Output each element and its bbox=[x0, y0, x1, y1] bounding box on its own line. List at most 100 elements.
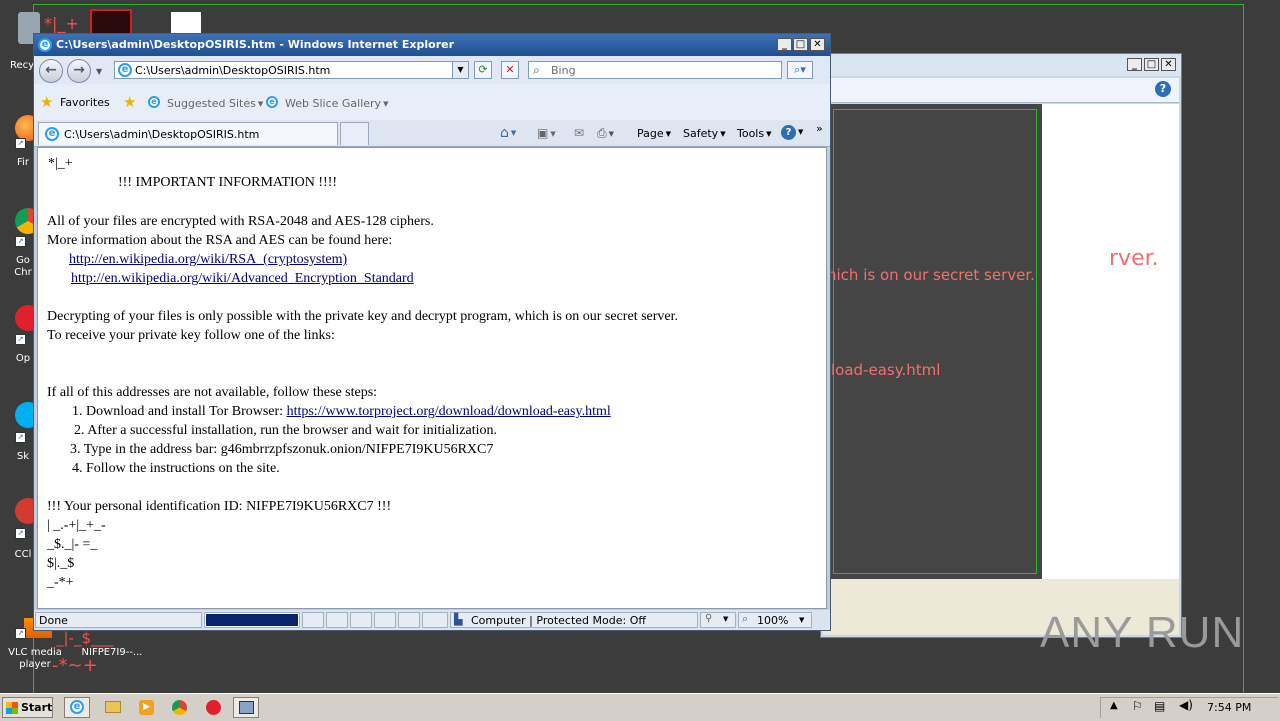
action-center-flag-icon[interactable]: ⚐ bbox=[1132, 699, 1143, 713]
favorites-bar: ★ Favorites ★ e Suggested Sites ▼ e Web S… bbox=[34, 84, 830, 120]
protected-mode-button[interactable]: ⚲ ▼ bbox=[700, 612, 736, 628]
back-button[interactable]: ← bbox=[39, 59, 63, 83]
tab-active[interactable]: e C:\Users\admin\DesktopOSIRIS.htm bbox=[38, 122, 338, 145]
safety-menu[interactable]: Safety ▼ bbox=[683, 127, 726, 140]
minimize-button[interactable]: _ bbox=[777, 38, 792, 51]
status-text: Done bbox=[39, 614, 68, 627]
stop-button[interactable]: ✕ bbox=[501, 61, 519, 79]
shortcut-arrow-icon: ↗ bbox=[15, 528, 26, 539]
mail-icon[interactable]: ✉ bbox=[574, 126, 584, 140]
desktop-icon-label: Fir bbox=[17, 157, 29, 168]
recent-pages-dropdown-icon[interactable]: ▼ bbox=[96, 67, 102, 76]
safety-menu-label: Safety bbox=[683, 127, 719, 140]
text-line: _-*+ bbox=[47, 575, 74, 590]
window-toolbar: ? bbox=[823, 78, 1179, 103]
folder-icon bbox=[105, 701, 121, 713]
desktop-icon-label: Go Chr bbox=[14, 255, 32, 278]
status-bar: Done ▙ Computer | Protected Mode: Off ⚲ … bbox=[34, 610, 830, 630]
search-input[interactable]: ⌕ Bing bbox=[528, 61, 782, 79]
tab-title: C:\Users\admin\DesktopOSIRIS.htm bbox=[64, 128, 260, 141]
rsa-link[interactable]: http://en.wikipedia.org/wiki/RSA_(crypto… bbox=[69, 252, 347, 268]
text-line: All of your files are encrypted with RSA… bbox=[47, 214, 434, 229]
chevron-more-icon[interactable]: » bbox=[816, 122, 823, 135]
ransom-text-server: hich is on our secret server. bbox=[827, 266, 1035, 284]
text-line: If all of this addresses are not availab… bbox=[47, 385, 378, 400]
shortcut-arrow-icon: ↗ bbox=[15, 432, 26, 443]
feeds-icon[interactable]: ▣ ▼ bbox=[537, 126, 556, 140]
window-icon bbox=[239, 701, 254, 714]
shortcut-arrow-icon: ↗ bbox=[15, 628, 26, 639]
close-button[interactable]: ✕ bbox=[1161, 58, 1176, 71]
taskbar-chrome-button[interactable] bbox=[167, 697, 193, 718]
refresh-button[interactable]: ⟳ bbox=[474, 61, 492, 79]
help-icon[interactable]: ? bbox=[1155, 81, 1171, 97]
close-button[interactable]: ✕ bbox=[810, 38, 825, 51]
address-toolbar: ← → ▼ e C:\Users\admin\DesktopOSIRIS.htm… bbox=[34, 56, 830, 84]
media-player-icon: ▶ bbox=[139, 700, 154, 715]
search-button[interactable]: ⌕▾ bbox=[787, 61, 813, 79]
opera-icon bbox=[206, 700, 221, 715]
start-button[interactable]: Start bbox=[2, 697, 53, 718]
aes-link[interactable]: http://en.wikipedia.org/wiki/Advanced_En… bbox=[71, 271, 414, 287]
home-icon[interactable]: ⌂ ▼ bbox=[500, 125, 516, 141]
text-line: $|._$ bbox=[47, 556, 75, 571]
maximize-button[interactable]: □ bbox=[1144, 58, 1159, 71]
taskbar-window-button[interactable] bbox=[233, 697, 259, 718]
favorites-button[interactable]: Favorites bbox=[60, 96, 110, 109]
window-titlebar[interactable]: e C:\Users\admin\DesktopOSIRIS.htm - Win… bbox=[34, 34, 830, 56]
acrobat-shortcut-icon[interactable] bbox=[90, 9, 132, 35]
text-line: *|_+ bbox=[48, 156, 73, 171]
progress-fill bbox=[206, 614, 298, 626]
address-dropdown-button[interactable]: ▼ bbox=[452, 62, 468, 78]
taskbar-opera-button[interactable] bbox=[201, 697, 227, 718]
progress-bar bbox=[204, 612, 300, 628]
document-shortcut-icon[interactable] bbox=[171, 12, 201, 34]
page-menu-label: Page bbox=[637, 127, 664, 140]
window-title: C:\Users\admin\DesktopOSIRIS.htm - Windo… bbox=[56, 38, 455, 51]
forward-button[interactable]: → bbox=[67, 59, 91, 83]
desktop-icon-label: CCl bbox=[14, 549, 32, 560]
page-menu[interactable]: Page ▼ bbox=[637, 127, 671, 140]
show-hidden-icons-icon[interactable]: ▲ bbox=[1110, 700, 1118, 711]
favorites-star-icon[interactable]: ★ bbox=[40, 93, 53, 111]
desktop-scribble-bottom: -*~+ bbox=[52, 655, 98, 676]
tools-menu[interactable]: Tools ▼ bbox=[737, 127, 772, 140]
add-to-favorites-icon[interactable]: ★ bbox=[123, 93, 136, 111]
status-segment bbox=[398, 612, 420, 628]
step-item: 1. Download and install Tor Browser: htt… bbox=[72, 404, 611, 420]
new-tab-button[interactable] bbox=[340, 122, 369, 145]
help-dropdown-icon[interactable]: ▼ bbox=[798, 128, 803, 136]
security-zone-segment[interactable]: ▙ Computer | Protected Mode: Off bbox=[450, 612, 698, 628]
desktop-icon-label: Sk bbox=[16, 451, 30, 462]
status-text-segment: Done bbox=[35, 612, 202, 628]
tab-page-icon: e bbox=[45, 127, 59, 141]
browser-window[interactable]: e C:\Users\admin\DesktopOSIRIS.htm - Win… bbox=[33, 33, 831, 631]
web-slice-gallery-link[interactable]: Web Slice Gallery ▼ bbox=[285, 97, 388, 110]
taskbar-media-player-button[interactable]: ▶ bbox=[134, 697, 160, 718]
address-bar[interactable]: e C:\Users\admin\DesktopOSIRIS.htm ▼ bbox=[114, 61, 469, 79]
background-browser-window[interactable]: _ □ ✕ ? hich is on our secret server. rv… bbox=[820, 53, 1182, 638]
clock[interactable]: 7:54 PM bbox=[1207, 701, 1251, 714]
window-titlebar[interactable]: _ □ ✕ bbox=[821, 54, 1181, 76]
help-icon[interactable]: ? bbox=[781, 125, 796, 140]
shortcut-arrow-icon: ↗ bbox=[15, 236, 26, 247]
minimize-button[interactable]: _ bbox=[1127, 58, 1142, 71]
text-line: _$._|- =_ bbox=[47, 537, 98, 552]
suggested-sites-link[interactable]: Suggested Sites ▼ bbox=[167, 97, 263, 110]
volume-icon[interactable]: ◀) bbox=[1179, 698, 1193, 712]
status-segment bbox=[302, 612, 324, 628]
internet-explorer-icon: e bbox=[70, 700, 84, 714]
text-line: More information about the RSA and AES c… bbox=[47, 233, 393, 248]
tor-download-link[interactable]: https://www.torproject.org/download/down… bbox=[287, 404, 611, 419]
zoom-control[interactable]: ⌕ 100% ▼ bbox=[738, 612, 812, 628]
maximize-button[interactable]: □ bbox=[793, 38, 808, 51]
search-provider-icon: ⌕ bbox=[533, 63, 540, 77]
taskbar-ie-button[interactable]: e bbox=[64, 697, 90, 718]
taskbar-explorer-button[interactable] bbox=[100, 697, 126, 718]
chevron-down-icon: ▼ bbox=[723, 615, 729, 623]
network-icon[interactable]: ▤ bbox=[1154, 699, 1165, 713]
suggested-sites-icon: e bbox=[148, 96, 160, 108]
print-icon[interactable]: ⎙ ▼ bbox=[597, 126, 614, 141]
taskbar: Start e ▶ ▲ ⚐ ▤ ◀) 7:54 PM bbox=[0, 693, 1280, 721]
shortcut-arrow-icon: ↗ bbox=[15, 334, 26, 345]
